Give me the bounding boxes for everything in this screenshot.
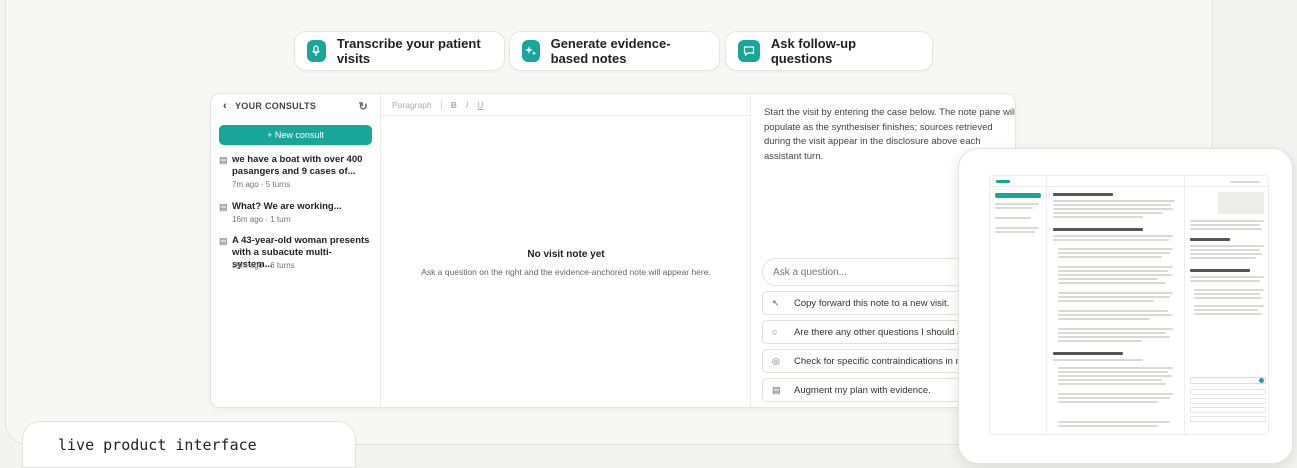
live-interface-badge: live product interface	[22, 421, 356, 468]
product-screenshot-thumbnail	[958, 148, 1293, 464]
consult-meta: 39m ago · 6 turns	[232, 261, 295, 270]
note-editor: Paragraph B I U No visit note yet Ask a …	[381, 94, 751, 407]
sidebar-header: ‹ YOUR CONSULTS ↻	[211, 94, 380, 118]
toolbar-divider	[440, 99, 442, 110]
underline-button[interactable]: U	[477, 100, 483, 110]
arrow-up-left-icon: ↖	[772, 297, 780, 308]
search-icon: ○	[772, 327, 778, 337]
feature-label: Ask follow-up questions	[770, 36, 857, 66]
sidebar-title: YOUR CONSULTS	[234, 101, 317, 111]
feature-label: Generate evidence-based notes	[550, 36, 671, 66]
consult-title: What? We are working...	[232, 201, 342, 212]
document-icon: ▤	[219, 202, 228, 212]
empty-state-subtitle: Ask a question on the right and the evid…	[421, 267, 711, 277]
new-consult-button[interactable]: + New consult	[219, 125, 372, 145]
bold-button[interactable]: B	[451, 100, 457, 110]
editor-toolbar: Paragraph B I U	[381, 94, 750, 116]
chat-bubble-icon	[738, 40, 760, 62]
suggestion-label: Check for specific contraindications in …	[794, 355, 979, 367]
consult-meta: 7m ago · 5 turns	[232, 180, 291, 189]
feature-transcribe: Transcribe your patient visits	[294, 31, 505, 71]
consult-title: we have a boat with over 400 pasangers a…	[232, 154, 363, 177]
italic-button[interactable]: I	[466, 100, 468, 110]
feature-notes: Generate evidence-based notes	[509, 31, 720, 71]
consult-item[interactable]: ▤ we have a boat with over 400 pasangers…	[219, 154, 375, 194]
consult-item[interactable]: ▤ A 43-year-old woman presents with a su…	[219, 235, 375, 275]
stage: Transcribe your patient visits Generate …	[0, 0, 1297, 468]
document-icon: ▤	[772, 384, 781, 395]
feature-label: Transcribe your patient visits	[336, 36, 481, 66]
consults-sidebar: ‹ YOUR CONSULTS ↻ + New consult ▤ we hav…	[211, 94, 381, 407]
consult-meta: 16m ago · 1 turn	[232, 215, 291, 224]
consult-item[interactable]: ▤ What? We are working... 16m ago · 1 tu…	[219, 201, 375, 229]
suggestion-label: Augment my plan with evidence.	[794, 384, 931, 396]
pill-icon: ◎	[772, 355, 780, 366]
paragraph-style-select[interactable]: Paragraph	[392, 100, 432, 110]
suggestion-label: Copy forward this note to a new visit.	[794, 297, 950, 309]
sparkle-icon	[522, 40, 540, 62]
document-icon: ▤	[219, 236, 228, 246]
feature-questions: Ask follow-up questions	[725, 31, 933, 71]
chevron-left-icon[interactable]: ‹	[223, 100, 227, 112]
suggestion-label: Are there any other questions I should a…	[794, 326, 983, 338]
thumbnail-ui	[989, 175, 1269, 435]
document-icon: ▤	[219, 155, 228, 165]
empty-state-title: No visit note yet	[527, 249, 605, 260]
microphone-icon	[307, 40, 326, 62]
refresh-icon[interactable]: ↻	[358, 100, 368, 113]
app-window: ‹ YOUR CONSULTS ↻ + New consult ▤ we hav…	[210, 93, 1016, 408]
